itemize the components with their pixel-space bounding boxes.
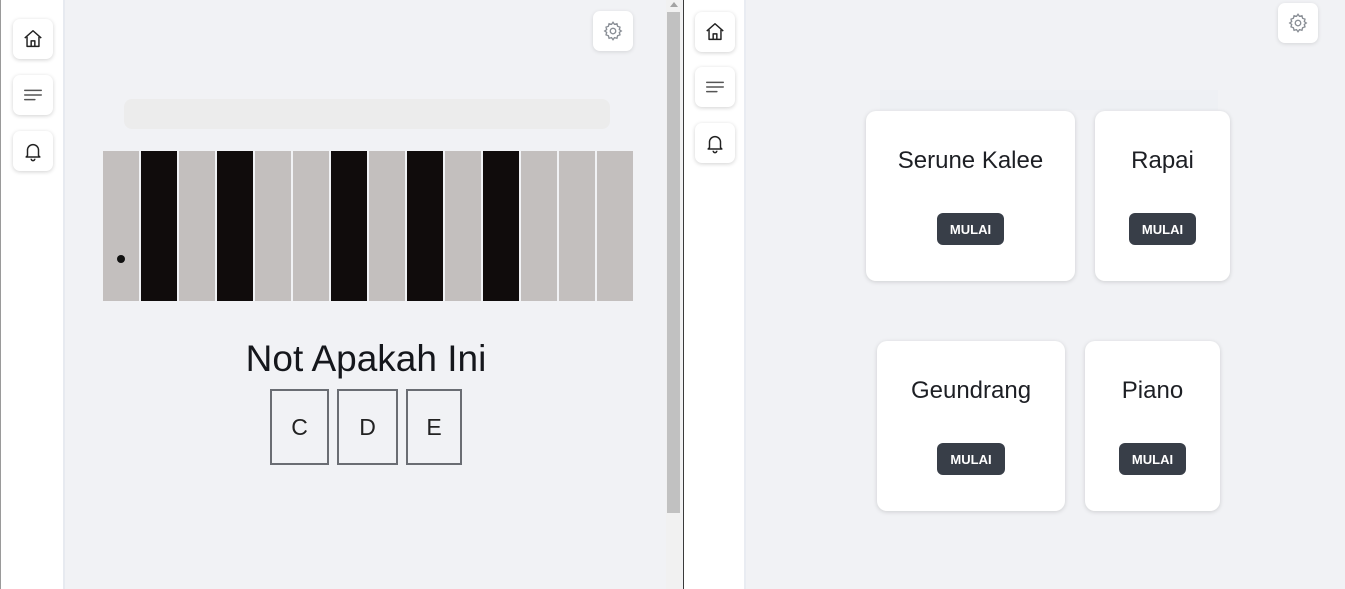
piano-key-white[interactable] xyxy=(597,151,633,301)
gear-icon xyxy=(603,21,623,41)
start-button[interactable]: MULAI xyxy=(1118,443,1187,475)
start-button[interactable]: MULAI xyxy=(936,213,1005,245)
notifications-button[interactable] xyxy=(695,123,735,163)
bell-icon xyxy=(707,135,723,154)
instrument-card-piano: Piano MULAI xyxy=(1085,341,1220,511)
settings-button[interactable] xyxy=(1278,3,1318,43)
instrument-card-serune-kalee: Serune Kalee MULAI xyxy=(866,111,1075,281)
menu-button[interactable] xyxy=(695,67,735,107)
piano-key-white[interactable] xyxy=(293,151,329,301)
left-pane: Not Apakah Ini C D E xyxy=(0,0,683,589)
piano-key-white[interactable] xyxy=(559,151,595,301)
piano-key-white[interactable] xyxy=(179,151,215,301)
piano-key-white[interactable] xyxy=(521,151,557,301)
piano-key-black[interactable] xyxy=(331,151,367,301)
menu-icon xyxy=(706,81,724,93)
home-icon xyxy=(706,23,724,41)
notifications-button[interactable] xyxy=(13,131,53,171)
piano-key-white[interactable] xyxy=(369,151,405,301)
sidebar xyxy=(1,0,65,589)
scrollbar-thumb[interactable] xyxy=(667,12,680,513)
piano-key-white[interactable] xyxy=(103,151,139,301)
piano-key-black[interactable] xyxy=(483,151,519,301)
card-title: Rapai xyxy=(1131,147,1194,174)
piano-key-white[interactable] xyxy=(445,151,481,301)
progress-placeholder xyxy=(124,99,610,129)
menu-button[interactable] xyxy=(13,75,53,115)
answer-e-button[interactable]: E xyxy=(406,389,462,465)
start-button[interactable]: MULAI xyxy=(1128,213,1197,245)
piano-key-black[interactable] xyxy=(407,151,443,301)
section-header-placeholder xyxy=(880,90,1218,110)
piano-keyboard xyxy=(103,151,633,301)
answer-d-button[interactable]: D xyxy=(337,389,398,465)
note-marker-dot xyxy=(117,255,125,263)
piano-key-black[interactable] xyxy=(141,151,177,301)
question-text: Not Apakah Ini xyxy=(245,338,487,379)
gear-icon xyxy=(1288,13,1308,33)
card-title: Geundrang xyxy=(910,377,1032,404)
instrument-card-rapai: Rapai MULAI xyxy=(1095,111,1230,281)
start-button[interactable]: MULAI xyxy=(937,443,1005,475)
menu-icon xyxy=(24,89,42,101)
home-icon xyxy=(24,30,42,48)
piano-key-white[interactable] xyxy=(255,151,291,301)
bell-icon xyxy=(25,143,41,162)
settings-button[interactable] xyxy=(593,11,633,51)
home-button[interactable] xyxy=(695,12,735,52)
sidebar xyxy=(684,0,746,589)
piano-key-black[interactable] xyxy=(217,151,253,301)
scroll-up-arrow-icon[interactable] xyxy=(670,2,678,7)
card-title: Piano xyxy=(1121,377,1184,404)
card-title: Serune Kalee xyxy=(897,147,1044,174)
instrument-card-geundrang: Geundrang MULAI xyxy=(877,341,1065,511)
home-button[interactable] xyxy=(13,19,53,59)
answer-c-button[interactable]: C xyxy=(270,389,329,465)
